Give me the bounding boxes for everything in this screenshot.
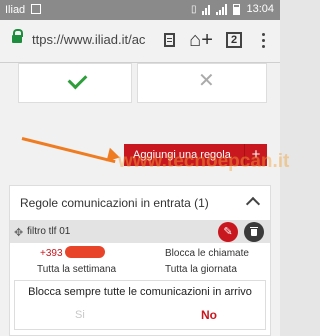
toggle-no-card[interactable]: ✕ bbox=[137, 63, 267, 103]
rules-panel-header[interactable]: Regole comunicazioni in entrata (1) bbox=[10, 186, 270, 221]
rule-name: filtro tlf 01 bbox=[27, 226, 71, 237]
browser-menu-button[interactable] bbox=[252, 29, 274, 51]
url-field[interactable]: ttps://www.iliad.it/ac bbox=[32, 32, 150, 47]
tabs-button[interactable]: 2 bbox=[223, 29, 245, 51]
redaction-mask bbox=[65, 246, 105, 258]
delete-rule-button[interactable] bbox=[244, 222, 264, 242]
toggle-yes-card[interactable] bbox=[18, 63, 132, 103]
chevron-up-icon[interactable] bbox=[245, 196, 261, 212]
reader-icon bbox=[163, 33, 175, 47]
status-icons: ▯ 13:04 bbox=[191, 3, 274, 15]
edit-rule-button[interactable]: ✎ bbox=[218, 222, 238, 242]
status-bar: Iliad ▯ 13:04 bbox=[0, 0, 280, 20]
annotation-arrow bbox=[21, 137, 116, 164]
image-notification-icon bbox=[31, 4, 41, 14]
rule-days: Tutta la settimana bbox=[37, 264, 117, 275]
menu-dot-icon bbox=[261, 44, 265, 48]
carrier-name: Iliad bbox=[5, 4, 26, 16]
drag-handle-icon[interactable]: ✥ bbox=[14, 226, 23, 239]
menu-dot-icon bbox=[261, 32, 265, 36]
rules-panel-title: Regole comunicazioni in entrata (1) bbox=[20, 196, 209, 210]
checkmark-icon bbox=[67, 69, 88, 90]
battery-icon bbox=[233, 3, 241, 15]
rule-phone-number: +393 bbox=[40, 248, 63, 259]
add-to-home-button[interactable]: ⌂+ bbox=[189, 29, 213, 51]
vibrate-icon: ▯ bbox=[190, 3, 197, 15]
watermark: www.tecnoepcan.it bbox=[118, 151, 290, 172]
cross-icon: ✕ bbox=[198, 70, 215, 92]
incoming-rules-panel: Regole comunicazioni in entrata (1) ✥ fi… bbox=[9, 185, 271, 336]
block-all-box: Blocca sempre tutte le comunicazioni in … bbox=[14, 280, 266, 330]
rule-hours: Tutta la giornata bbox=[165, 264, 237, 275]
block-all-no-option[interactable]: No bbox=[201, 308, 217, 322]
tab-count: 2 bbox=[226, 32, 242, 48]
menu-dot-icon bbox=[261, 38, 265, 42]
browser-toolbar: ttps://www.iliad.it/ac ⌂+ 2 bbox=[0, 20, 280, 63]
lock-icon bbox=[12, 29, 23, 43]
signal-icon bbox=[216, 3, 228, 15]
wifi-icon bbox=[202, 4, 211, 15]
rule-action: Blocca le chiamate bbox=[165, 248, 249, 259]
reader-mode-button[interactable] bbox=[158, 29, 180, 51]
block-all-yes-option[interactable]: Si bbox=[75, 309, 85, 321]
block-all-title: Blocca sempre tutte le comunicazioni in … bbox=[28, 286, 252, 298]
rule-row: ✥ filtro tlf 01 ✎ bbox=[10, 221, 270, 243]
clock: 13:04 bbox=[246, 3, 274, 15]
page-content: ✕ Aggiungi una regola + www.tecnoepcan.i… bbox=[0, 63, 289, 336]
